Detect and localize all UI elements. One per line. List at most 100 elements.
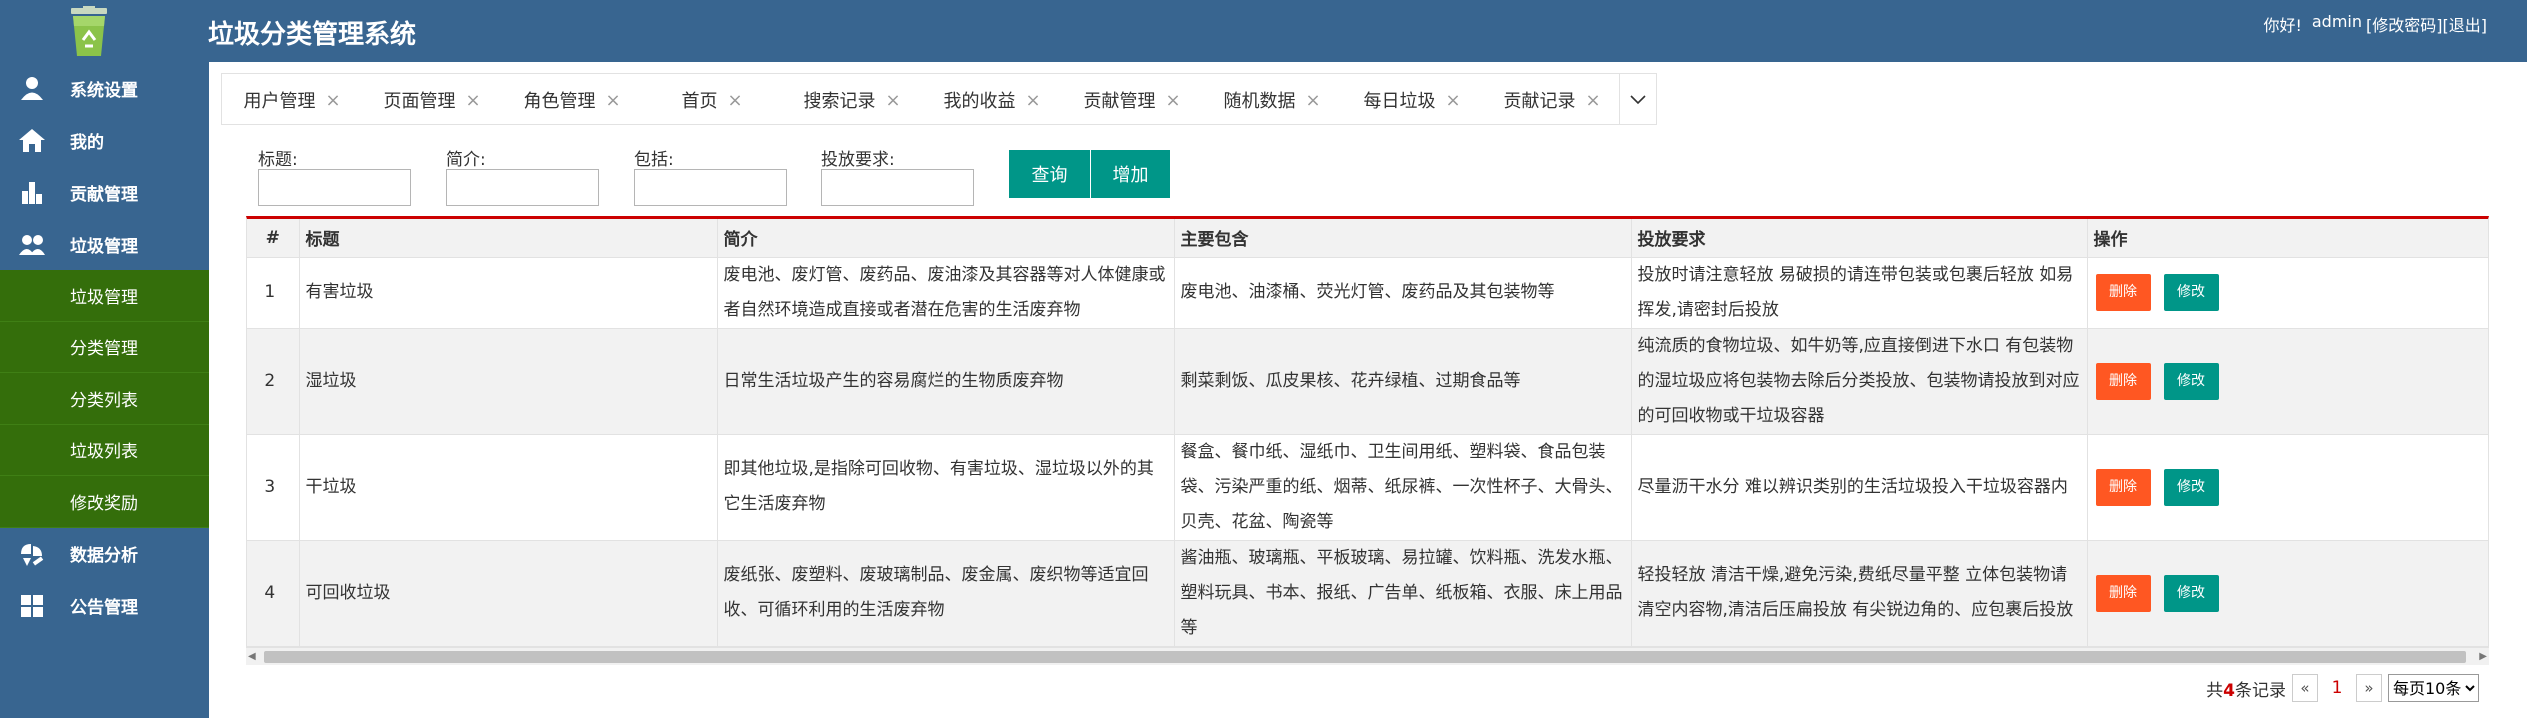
search-field-requirement: 投放要求:: [821, 145, 974, 206]
edit-button[interactable]: 修改: [2163, 574, 2219, 612]
row-requirement: 轻投轻放 清洁干燥,避免污染,费纸尽量平整 立体包装物请清空内容物,清洁后压扁投…: [1631, 540, 2088, 647]
prev-page-button[interactable]: «: [2292, 674, 2318, 702]
tab-contribution-manage[interactable]: 贡献管理 ×: [1062, 74, 1202, 126]
change-password-link[interactable]: [修改密码]: [2366, 12, 2443, 36]
sidebar-item-label: 系统设置: [70, 80, 138, 101]
current-page[interactable]: 1: [2324, 678, 2350, 698]
sidebar-item-label: 公告管理: [70, 598, 138, 618]
edit-button[interactable]: 修改: [2163, 362, 2219, 400]
intro-input[interactable]: [446, 169, 599, 206]
tab-label: 首页: [681, 91, 718, 112]
sidebar-item-mine[interactable]: 我的: [0, 114, 209, 166]
close-icon[interactable]: ×: [885, 90, 900, 111]
chart-edit-icon: [21, 543, 44, 566]
edit-button[interactable]: 修改: [2163, 274, 2219, 311]
tab-more-button[interactable]: [1619, 73, 1657, 125]
add-button[interactable]: 增加: [1091, 150, 1170, 198]
query-button[interactable]: 查询: [1009, 150, 1090, 198]
pagination: 共4条记录 « 1 » 每页10条: [2206, 673, 2479, 703]
tab-label: 贡献记录: [1503, 91, 1576, 112]
submenu-item-edit-reward[interactable]: 修改奖励: [0, 476, 209, 528]
row-actions: 删除 修改: [2087, 328, 2488, 435]
sidebar-item-system-settings[interactable]: 系统设置: [0, 62, 209, 114]
submenu-item-garbage-manage[interactable]: 垃圾管理: [0, 270, 209, 322]
sidebar-item-data-analysis[interactable]: 数据分析: [0, 528, 209, 580]
header-requirement: 投放要求: [1631, 219, 2088, 258]
sidebar: 系统设置 我的 贡献管理 垃圾管理 垃圾管理 分类管理 分类列表 垃圾列表 修改…: [0, 62, 209, 718]
sidebar-item-contribution[interactable]: 贡献管理: [0, 166, 209, 218]
includes-input[interactable]: [634, 169, 787, 206]
table-row: 3 干垃圾 即其他垃圾,是指除可回收物、有害垃圾、湿垃圾以外的其它生活废弃物 餐…: [247, 434, 2488, 541]
user-area: 你好! admin [修改密码] [退出]: [2263, 12, 2487, 36]
tab-page-manage[interactable]: 页面管理 ×: [362, 74, 502, 126]
scroll-left-icon[interactable]: ◀: [248, 651, 260, 663]
delete-button[interactable]: 删除: [2095, 274, 2151, 311]
logout-link[interactable]: [退出]: [2443, 12, 2488, 36]
sidebar-item-announcement[interactable]: 公告管理: [0, 580, 209, 632]
sidebar-item-label: 垃圾管理: [70, 236, 138, 257]
submenu-item-category-manage[interactable]: 分类管理: [0, 321, 209, 373]
tab-daily-garbage[interactable]: 每日垃圾 ×: [1342, 74, 1482, 126]
row-requirement: 尽量沥干水分 难以辨识类别的生活垃圾投入干垃圾容器内: [1631, 434, 2088, 541]
row-title: 湿垃圾: [299, 328, 718, 435]
table-row: 4 可回收垃圾 废纸张、废塑料、废玻璃制品、废金属、废织物等适宜回收、可循环利用…: [247, 540, 2488, 647]
header-title: 标题: [299, 219, 718, 258]
delete-button[interactable]: 删除: [2095, 574, 2151, 612]
tab-role-manage[interactable]: 角色管理 ×: [502, 74, 642, 126]
submenu-item-category-list[interactable]: 分类列表: [0, 373, 209, 425]
close-icon[interactable]: ×: [727, 90, 742, 111]
bar-chart-icon: [22, 182, 42, 204]
submenu-item-garbage-list[interactable]: 垃圾列表: [0, 424, 209, 476]
row-contains: 剩菜剩饭、瓜皮果核、花卉绿植、过期食品等: [1174, 328, 1632, 435]
top-header: 垃圾分类管理系统 你好! admin [修改密码] [退出]: [0, 0, 2527, 62]
app-title: 垃圾分类管理系统: [208, 20, 417, 50]
tab-bar: 用户管理 × 页面管理 × 角色管理 × 首页 × 搜索记录 × 我的收益 × 贡献管理 × …: [221, 73, 1622, 125]
close-icon[interactable]: ×: [605, 90, 620, 111]
tab-my-earnings[interactable]: 我的收益 ×: [922, 74, 1062, 126]
title-input[interactable]: [258, 169, 411, 206]
tab-label: 随机数据: [1223, 91, 1296, 112]
logo-area: [0, 0, 209, 62]
edit-button[interactable]: 修改: [2163, 468, 2219, 506]
row-title: 可回收垃圾: [299, 540, 718, 647]
tab-user-manage[interactable]: 用户管理 ×: [222, 74, 362, 126]
includes-label: 包括:: [634, 150, 674, 170]
page-size-select[interactable]: 每页10条: [2388, 674, 2479, 702]
requirement-input[interactable]: [821, 169, 974, 206]
horizontal-scrollbar[interactable]: ◀ ▶: [246, 647, 2489, 665]
row-num: 3: [247, 434, 300, 541]
row-title: 干垃圾: [299, 434, 718, 541]
row-intro: 废电池、废灯管、废药品、废油漆及其容器等对人体健康或者自然环境造成直接或者潜在危…: [717, 257, 1175, 329]
tab-search-records[interactable]: 搜索记录 ×: [782, 74, 922, 126]
home-icon: [19, 129, 45, 152]
tab-label: 页面管理: [383, 91, 456, 112]
tab-random-data[interactable]: 随机数据 ×: [1202, 74, 1342, 126]
total-suffix: 条记录: [2235, 680, 2286, 701]
sidebar-item-garbage[interactable]: 垃圾管理: [0, 218, 209, 270]
scroll-right-icon[interactable]: ▶: [2475, 651, 2487, 663]
delete-button[interactable]: 删除: [2095, 468, 2151, 506]
total-count: 4: [2223, 680, 2235, 701]
table-row: 2 湿垃圾 日常生活垃圾产生的容易腐烂的生物质废弃物 剩菜剩饭、瓜皮果核、花卉绿…: [247, 328, 2488, 435]
tab-home[interactable]: 首页 ×: [642, 74, 782, 126]
close-icon[interactable]: ×: [325, 90, 340, 111]
close-icon[interactable]: ×: [1305, 90, 1320, 111]
next-page-button[interactable]: »: [2356, 674, 2382, 702]
close-icon[interactable]: ×: [1445, 90, 1460, 111]
delete-button[interactable]: 删除: [2095, 362, 2151, 400]
scrollbar-thumb[interactable]: [264, 651, 2466, 663]
table-header-row: # 标题 简介 主要包含 投放要求 操作: [247, 219, 2488, 258]
close-icon[interactable]: ×: [1585, 90, 1600, 111]
row-actions: 删除 修改: [2087, 434, 2488, 541]
close-icon[interactable]: ×: [465, 90, 480, 111]
search-field-intro: 简介:: [446, 145, 599, 206]
header-contains: 主要包含: [1174, 219, 1632, 258]
close-icon[interactable]: ×: [1025, 90, 1040, 111]
row-contains: 废电池、油漆桶、荧光灯管、废药品及其包装物等: [1174, 257, 1632, 329]
row-actions: 删除 修改: [2087, 540, 2488, 647]
requirement-label: 投放要求:: [821, 150, 895, 170]
tab-contribution-records[interactable]: 贡献记录 ×: [1482, 74, 1622, 126]
row-num: 4: [247, 540, 300, 647]
close-icon[interactable]: ×: [1165, 90, 1180, 111]
data-table: # 标题 简介 主要包含 投放要求 操作 1 有害垃圾 废电池、废灯管、废药品、…: [246, 216, 2489, 665]
